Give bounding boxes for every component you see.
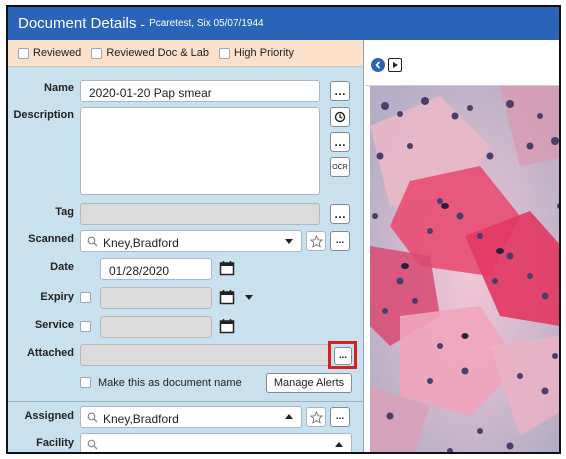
service-label: Service xyxy=(34,319,74,331)
attached-label: Attached xyxy=(26,347,74,359)
make-doc-name-checkbox[interactable] xyxy=(80,377,91,388)
attached-button-highlight xyxy=(328,341,357,369)
ellipsis-icon: … xyxy=(334,135,346,149)
viewer-toolbar xyxy=(365,40,559,86)
assigned-options-button[interactable]: ... xyxy=(330,407,350,427)
star-icon xyxy=(309,410,323,424)
calendar-icon[interactable] xyxy=(219,318,235,334)
timestamp-button[interactable] xyxy=(330,107,350,127)
pap-smear-image xyxy=(370,86,559,452)
expiry-dropdown-icon[interactable] xyxy=(245,295,253,301)
play-icon[interactable] xyxy=(388,58,402,72)
caret-up-icon xyxy=(335,442,343,447)
expiry-label: Expiry xyxy=(40,291,74,303)
ellipsis-icon: ... xyxy=(335,411,345,422)
calendar-icon[interactable] xyxy=(219,260,235,276)
window-title: Document Details xyxy=(18,15,137,32)
attached-field xyxy=(80,344,330,366)
title-bar: Document Details - Pcaretest, Six 05/07/… xyxy=(8,7,559,40)
details-panel: Reviewed Reviewed Doc & Lab High Priorit… xyxy=(8,40,364,452)
scanned-label: Scanned xyxy=(28,233,74,245)
tag-field xyxy=(80,203,320,225)
make-doc-name-label: Make this as document name xyxy=(98,377,242,389)
document-details-window: Document Details - Pcaretest, Six 05/07/… xyxy=(6,5,561,454)
manage-alerts-label: Manage Alerts xyxy=(273,377,345,389)
scanned-by-select[interactable]: Kney,Bradford xyxy=(80,230,302,252)
name-field[interactable]: 2020-01-20 Pap smear xyxy=(80,80,320,102)
clock-icon xyxy=(334,111,346,123)
ocr-label: OCR xyxy=(332,163,348,171)
chevron-left-icon[interactable] xyxy=(371,58,385,72)
ellipsis-icon: … xyxy=(334,207,346,221)
assigned-favorite-button[interactable] xyxy=(306,407,326,427)
service-date-field xyxy=(100,316,212,338)
date-label: Date xyxy=(50,261,74,273)
date-field[interactable]: 01/28/2020 xyxy=(100,258,212,280)
facility-label: Facility xyxy=(36,437,74,449)
search-icon xyxy=(87,439,98,450)
high-priority-flag[interactable]: High Priority xyxy=(219,47,294,59)
document-viewer-panel xyxy=(365,40,559,452)
high-priority-label: High Priority xyxy=(234,47,294,59)
reviewed-flag[interactable]: Reviewed xyxy=(18,47,81,59)
scanned-favorite-button[interactable] xyxy=(306,231,326,251)
service-checkbox[interactable] xyxy=(80,321,91,332)
patient-info: Pcaretest, Six 05/07/1944 xyxy=(149,18,264,29)
search-icon xyxy=(87,412,98,423)
expiry-checkbox[interactable] xyxy=(80,292,91,303)
ellipsis-icon: ... xyxy=(335,235,345,246)
date-value: 01/28/2020 xyxy=(109,264,170,278)
review-flags-bar: Reviewed Reviewed Doc & Lab High Priorit… xyxy=(8,40,363,67)
tag-label: Tag xyxy=(55,206,74,218)
ellipsis-icon: … xyxy=(334,84,346,98)
calendar-icon[interactable] xyxy=(219,289,235,305)
name-options-button[interactable]: … xyxy=(330,81,350,101)
scanned-by-value: Kney,Bradford xyxy=(103,236,179,250)
reviewed-label: Reviewed xyxy=(33,47,82,59)
reviewed-doc-lab-flag[interactable]: Reviewed Doc & Lab xyxy=(91,47,209,59)
high-priority-checkbox[interactable] xyxy=(219,47,231,59)
description-textarea[interactable] xyxy=(80,107,320,195)
assigned-to-value: Kney,Bradford xyxy=(103,412,179,426)
caret-down-icon xyxy=(285,239,293,244)
section-divider xyxy=(8,401,363,402)
name-value: 2020-01-20 Pap smear xyxy=(89,86,212,100)
star-icon xyxy=(309,234,323,248)
document-image xyxy=(370,86,559,452)
assigned-label: Assigned xyxy=(24,410,74,422)
search-icon xyxy=(87,236,98,247)
name-label: Name xyxy=(44,82,74,94)
reviewed-checkbox[interactable] xyxy=(18,47,29,59)
title-separator: - xyxy=(140,15,146,32)
description-label: Description xyxy=(13,109,74,121)
manage-alerts-button[interactable]: Manage Alerts xyxy=(266,373,352,393)
reviewed-doc-lab-checkbox[interactable] xyxy=(91,47,103,59)
assigned-to-select[interactable]: Kney,Bradford xyxy=(80,406,302,428)
caret-up-icon xyxy=(285,414,293,419)
expiry-date-field xyxy=(100,287,212,309)
ocr-button[interactable]: OCR xyxy=(330,157,350,177)
description-options-button[interactable]: … xyxy=(330,132,350,152)
tag-options-button[interactable]: … xyxy=(330,204,350,224)
reviewed-doc-lab-label: Reviewed Doc & Lab xyxy=(106,47,210,59)
scanned-options-button[interactable]: ... xyxy=(330,231,350,251)
facility-select[interactable] xyxy=(80,433,352,452)
